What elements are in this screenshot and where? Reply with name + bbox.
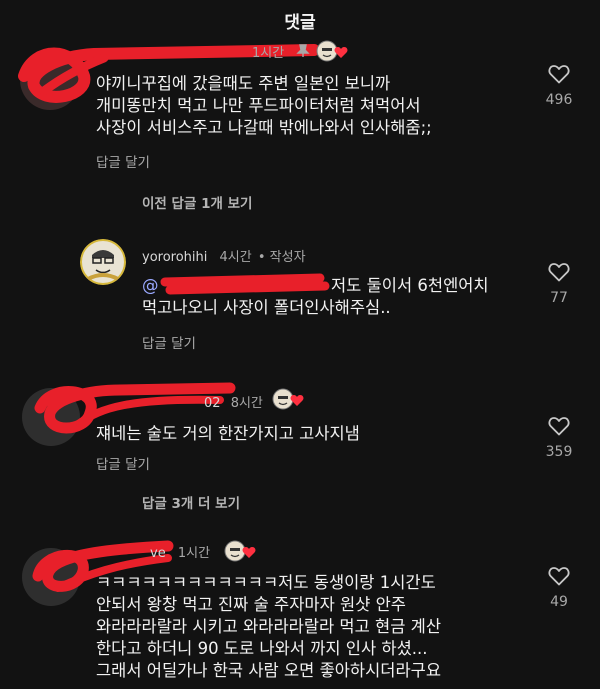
username[interactable]: 02 <box>204 396 221 411</box>
mention-link[interactable]: @ <box>142 276 159 295</box>
avatar[interactable] <box>20 50 80 110</box>
comment-text: @ 저도 둘이서 6천엔어치 먹고나오니 사장이 폴더인사해주심.. <box>142 276 489 317</box>
page-title: 댓글 <box>284 13 316 33</box>
author-badge: • 작성자 <box>257 250 306 265</box>
heart-outline-icon <box>548 567 570 586</box>
red-heart-icon <box>334 47 348 58</box>
comment-text: 야끼니꾸집에 갔을때도 주변 일본인 보니까 개미똥만치 먹고 나만 푸드파이터… <box>96 74 432 137</box>
avatar[interactable] <box>80 239 126 285</box>
heart-outline-icon <box>548 263 570 282</box>
like-count: 496 <box>545 92 573 108</box>
username[interactable]: ve <box>150 546 166 561</box>
red-heart-icon <box>290 395 304 406</box>
comment-meta: 02 8시간 <box>204 392 263 411</box>
pin-icon <box>296 44 310 57</box>
view-more-replies-button[interactable]: 답글 3개 더 보기 <box>142 492 240 512</box>
comment-time: 4시간 <box>219 250 252 265</box>
like-button[interactable]: 49 <box>534 566 584 610</box>
comment-time: 1시간 <box>177 546 211 561</box>
view-previous-replies-button[interactable]: 이전 답글 1개 보기 <box>142 192 252 212</box>
reply-button[interactable]: 답글 달기 <box>142 332 196 352</box>
like-button[interactable]: 359 <box>534 416 584 460</box>
comment-time: 1시간 <box>252 46 285 61</box>
red-heart-icon <box>242 547 256 558</box>
avatar[interactable] <box>22 388 80 446</box>
comment-text: ㅋㅋㅋㅋㅋㅋㅋㅋㅋㅋㅋㅋ저도 동생이랑 1시간도 안되서 왕창 먹고 진짜 술 … <box>96 573 442 680</box>
like-count: 49 <box>550 594 568 610</box>
reply-button[interactable]: 답글 달기 <box>96 453 150 473</box>
heart-outline-icon <box>548 65 570 84</box>
avatar[interactable] <box>22 548 80 606</box>
comment-text: 쟤네는 술도 거의 한잔가지고 고사지냄 <box>96 424 360 443</box>
like-count: 77 <box>550 290 568 306</box>
comment-meta: ve 1시간 <box>150 542 210 561</box>
like-button[interactable]: 496 <box>534 64 584 108</box>
like-count: 359 <box>545 444 573 460</box>
comment-meta: 1시간 <box>252 42 284 61</box>
like-button[interactable]: 77 <box>534 262 584 306</box>
comment-meta: yororohihi 4시간 • 작성자 <box>142 246 306 265</box>
comment-time: 8시간 <box>230 396 263 411</box>
heart-outline-icon <box>548 417 570 436</box>
username[interactable]: yororohihi <box>142 250 207 265</box>
reply-button[interactable]: 답글 달기 <box>96 151 150 171</box>
